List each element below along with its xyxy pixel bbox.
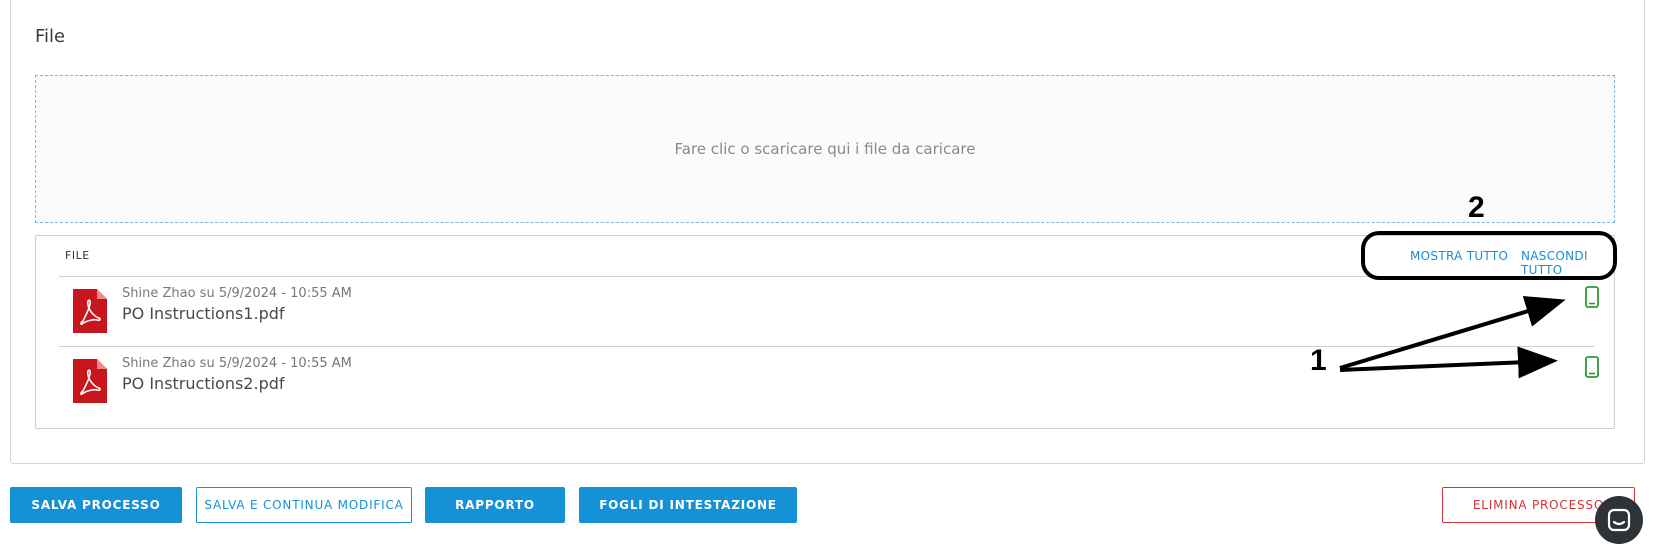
pdf-icon [73, 289, 107, 333]
dropzone-text: Fare clic o scaricare qui i file da cari… [674, 140, 976, 158]
file-meta: Shine Zhao su 5/9/2024 - 10:55 AM [122, 286, 352, 301]
file-name-link[interactable]: PO Instructions1.pdf [122, 304, 285, 323]
report-button[interactable]: RAPPORTO [425, 487, 565, 523]
chat-launcher-button[interactable] [1595, 496, 1643, 544]
save-continue-button[interactable]: SALVA E CONTINUA MODIFICA [196, 487, 412, 523]
annotation-box [1361, 231, 1617, 280]
section-title: File [35, 26, 66, 47]
annotation-label-1: 1 [1310, 344, 1327, 377]
file-name-link[interactable]: PO Instructions2.pdf [122, 374, 285, 393]
files-column-header: FILE [65, 249, 90, 262]
file-meta: Shine Zhao su 5/9/2024 - 10:55 AM [122, 356, 352, 371]
pdf-icon [73, 359, 107, 403]
file-row: Shine Zhao su 5/9/2024 - 10:55 AM PO Ins… [59, 277, 1599, 347]
file-row: Shine Zhao su 5/9/2024 - 10:55 AM PO Ins… [59, 347, 1599, 417]
annotation-label-2: 2 [1468, 191, 1485, 224]
file-dropzone[interactable]: Fare clic o scaricare qui i file da cari… [35, 75, 1615, 223]
chat-icon [1607, 508, 1631, 532]
mobile-icon[interactable] [1585, 286, 1599, 308]
letterheads-button[interactable]: FOGLI DI INTESTAZIONE [579, 487, 797, 523]
mobile-icon[interactable] [1585, 356, 1599, 378]
save-process-button[interactable]: SALVA PROCESSO [10, 487, 182, 523]
